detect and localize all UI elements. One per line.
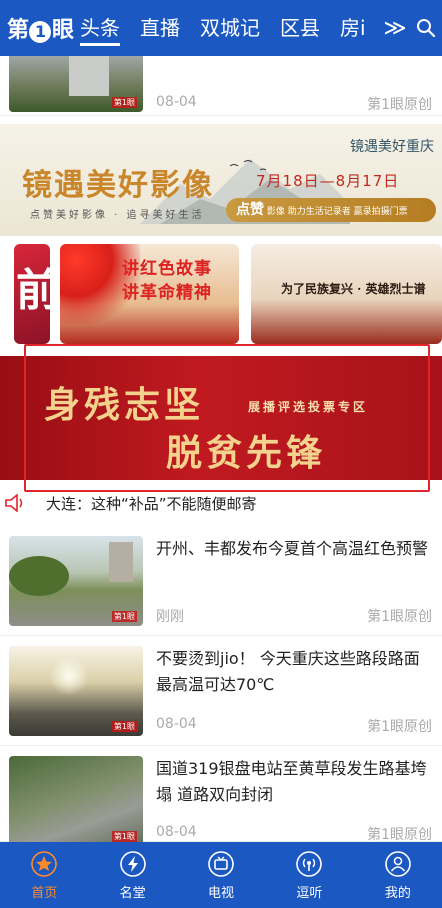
- speaker-icon: [0, 494, 30, 512]
- app-logo[interactable]: 第1眼: [0, 0, 80, 56]
- tree-shape: [9, 556, 69, 596]
- watermark-badge: 第1眼: [111, 721, 137, 732]
- channel-tabs: 头条 直播 双城记 区县 房i: [80, 0, 380, 56]
- feed-meta: 08-04 第1眼原创: [156, 824, 432, 844]
- logo-text-prefix: 第: [6, 18, 29, 43]
- banner-date-range: 7月18日—8月17日: [256, 172, 400, 190]
- card3-title: 为了民族复兴 · 英雄烈士谱: [281, 282, 426, 296]
- feed-item-partial[interactable]: 第1眼 08-04 第1眼原创: [0, 56, 442, 116]
- feed-time: 刚刚: [156, 609, 184, 625]
- feed-source: 第1眼原创: [367, 827, 432, 843]
- feed-item[interactable]: 第1眼 开州、丰都发布今夏首个高温红色预警 刚刚 第1眼原创: [0, 526, 442, 636]
- feed-thumbnail: 第1眼: [9, 536, 143, 626]
- feed-source: 第1眼原创: [367, 719, 432, 735]
- news-ticker[interactable]: 大连：这种“补品”不能随便邮寄: [0, 488, 442, 518]
- lightning-icon: [119, 850, 147, 878]
- card2-line2: 讲革命精神: [122, 283, 212, 303]
- tab-fang[interactable]: 房i: [340, 0, 366, 56]
- pill-text: 影像 助力生活记录者 赢录拍摄门票: [266, 207, 408, 217]
- tab-quxian[interactable]: 区县: [280, 0, 320, 56]
- tab-toutiao[interactable]: 头条: [80, 0, 120, 56]
- tab-zhibo[interactable]: 直播: [140, 0, 180, 56]
- more-channels-icon[interactable]: ≫: [380, 16, 410, 41]
- feed-title: 不要烫到jio！ 今天重庆这些路段路面最高温可达70℃: [156, 649, 420, 694]
- sun-glare: [49, 656, 89, 696]
- feed-thumbnail: 第1眼: [9, 756, 143, 846]
- feed-title: 国道319银盘电站至黄草段发生路基垮塌 道路双向封闭: [156, 759, 427, 804]
- ticker-text: 大连：这种“补品”不能随便邮寄: [46, 494, 257, 513]
- tv-icon: [207, 850, 235, 878]
- logo-text-suffix: 眼: [52, 18, 74, 43]
- feed-time: 08-04: [156, 94, 197, 110]
- feed-meta: 刚刚 第1眼原创: [156, 606, 432, 626]
- nav-home[interactable]: 首页: [0, 842, 88, 908]
- building-shape: [109, 542, 133, 582]
- nav-mingtang-label: 名堂: [119, 885, 146, 901]
- carousel-card-partial[interactable]: 前: [14, 244, 50, 344]
- feed-source: 第1眼原创: [367, 609, 432, 625]
- banner-title: 镜遇美好影像: [22, 168, 214, 203]
- feed-thumbnail: 第1眼: [9, 56, 143, 112]
- carousel-card-heroes[interactable]: 为了民族复兴 · 英雄烈士谱: [251, 244, 442, 344]
- banner-vote-pill: 点赞 影像 助力生活记录者 赢录拍摄门票: [226, 198, 436, 222]
- nav-radio[interactable]: 逗听: [265, 842, 353, 908]
- watermark-badge: 第1眼: [111, 831, 137, 842]
- highlight-frame: [24, 344, 430, 492]
- feed-title: 开州、丰都发布今夏首个高温红色预警: [156, 539, 429, 558]
- pill-strong: 点赞: [236, 202, 264, 218]
- top-nav-bar: 第1眼 头条 直播 双城记 区县 房i ≫: [0, 0, 442, 56]
- feed-meta: 08-04 第1眼原创: [156, 94, 432, 114]
- building-shape: [69, 56, 109, 96]
- feed-item[interactable]: 第1眼 国道319银盘电站至黄草段发生路基垮塌 道路双向封闭 08-04 第1眼…: [0, 746, 442, 846]
- watermark-badge: 第1眼: [111, 611, 137, 622]
- watermark-badge: 第1眼: [111, 97, 137, 108]
- feed-thumbnail: 第1眼: [9, 646, 143, 736]
- nav-mingtang[interactable]: 名堂: [88, 842, 176, 908]
- feed-item[interactable]: 第1眼 不要烫到jio！ 今天重庆这些路段路面最高温可达70℃ 08-04 第1…: [0, 636, 442, 746]
- search-icon[interactable]: [410, 0, 442, 56]
- topic-carousel: 前 讲红色故事 讲革命精神 为了民族复兴 · 英雄烈士谱: [0, 244, 442, 348]
- photo-contest-banner[interactable]: 镜遇美好影像 点赞美好影像 · 追寻美好生活 镜遇美好重庆 7月18日—8月17…: [0, 124, 442, 236]
- logo-text-num: 1: [29, 21, 51, 43]
- feed-meta: 08-04 第1眼原创: [156, 716, 432, 736]
- card2-line1: 讲红色故事: [122, 259, 212, 279]
- tab-shuangchengji[interactable]: 双城记: [200, 0, 260, 56]
- feed-time: 08-04: [156, 824, 197, 840]
- carousel-card-red-story[interactable]: 讲红色故事 讲革命精神: [60, 244, 239, 344]
- card1-char: 前: [16, 265, 50, 316]
- star-icon: [30, 850, 58, 878]
- nav-mine-label: 我的: [384, 885, 411, 901]
- bottom-nav-bar: 首页 名堂 电视 逗听 我的: [0, 842, 442, 908]
- nav-radio-label: 逗听: [296, 885, 323, 901]
- feed-source: 第1眼原创: [367, 97, 432, 113]
- banner-right-title: 镜遇美好重庆: [350, 139, 434, 155]
- radio-icon: [295, 850, 323, 878]
- user-icon: [384, 850, 412, 878]
- banner-subtitle: 点赞美好影像 · 追寻美好生活: [30, 210, 205, 221]
- nav-tv[interactable]: 电视: [177, 842, 265, 908]
- nav-tv-label: 电视: [208, 885, 235, 901]
- nav-home-label: 首页: [31, 885, 58, 901]
- feed-time: 08-04: [156, 716, 197, 732]
- nav-mine[interactable]: 我的: [354, 842, 442, 908]
